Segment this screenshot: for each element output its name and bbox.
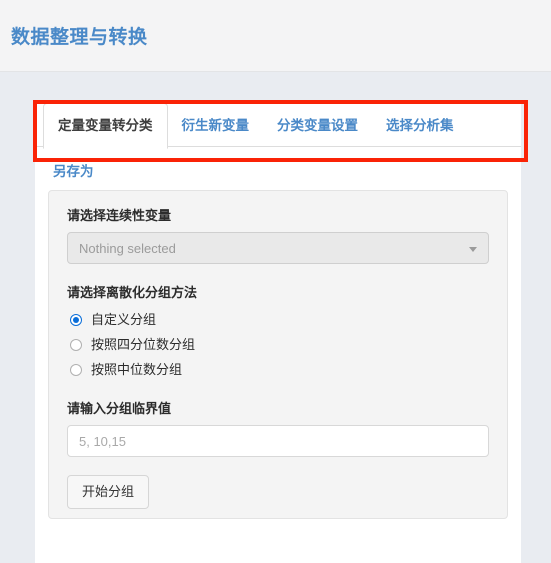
tab-bar: 定量变量转分类 衍生新变量 分类变量设置 选择分析集: [35, 103, 521, 149]
continuous-variable-select[interactable]: Nothing selected: [67, 232, 489, 264]
tab-label: 衍生新变量: [181, 118, 250, 133]
main-card: 定量变量转分类 衍生新变量 分类变量设置 选择分析集 另存为 请选择连续性变量 …: [35, 103, 521, 563]
tab-derive-new-variable[interactable]: 衍生新变量: [168, 105, 264, 148]
radio-label: 按照四分位数分组: [91, 337, 196, 352]
radio-indicator-icon: [70, 339, 82, 351]
chevron-down-icon: [469, 247, 477, 252]
discretization-form-panel: 请选择连续性变量 Nothing selected 请选择离散化分组方法 自定义…: [48, 190, 508, 519]
cutoff-values-label: 请输入分组临界值: [67, 401, 172, 416]
radio-median-grouping[interactable]: 按照中位数分组: [67, 359, 489, 381]
radio-custom-grouping[interactable]: 自定义分组: [67, 309, 489, 331]
radio-quartile-grouping[interactable]: 按照四分位数分组: [67, 334, 489, 356]
cutoff-values-input[interactable]: [67, 425, 489, 457]
start-grouping-button[interactable]: 开始分组: [67, 475, 150, 509]
tab-quantitative-to-categorical[interactable]: 定量变量转分类: [43, 103, 168, 149]
radio-label: 按照中位数分组: [91, 362, 183, 377]
tab-label: 分类变量设置: [277, 118, 358, 133]
radio-label: 自定义分组: [91, 312, 157, 327]
page-header: 数据整理与转换: [0, 0, 551, 72]
save-as-row: 另存为: [35, 147, 521, 190]
tab-categorical-variable-settings[interactable]: 分类变量设置: [263, 105, 372, 148]
radio-indicator-icon: [70, 314, 82, 326]
tab-label: 选择分析集: [386, 118, 454, 133]
continuous-variable-label: 请选择连续性变量: [67, 208, 172, 223]
radio-indicator-icon: [70, 364, 82, 376]
save-as-link[interactable]: 另存为: [53, 164, 94, 179]
discretize-method-radio-group: 自定义分组 按照四分位数分组 按照中位数分组: [67, 309, 489, 381]
tab-label: 定量变量转分类: [58, 118, 153, 133]
tab-select-analysis-set[interactable]: 选择分析集: [372, 105, 468, 148]
continuous-variable-selected-value: Nothing selected: [79, 241, 176, 256]
discretize-method-label: 请选择离散化分组方法: [67, 285, 198, 300]
page-title: 数据整理与转换: [11, 27, 148, 48]
